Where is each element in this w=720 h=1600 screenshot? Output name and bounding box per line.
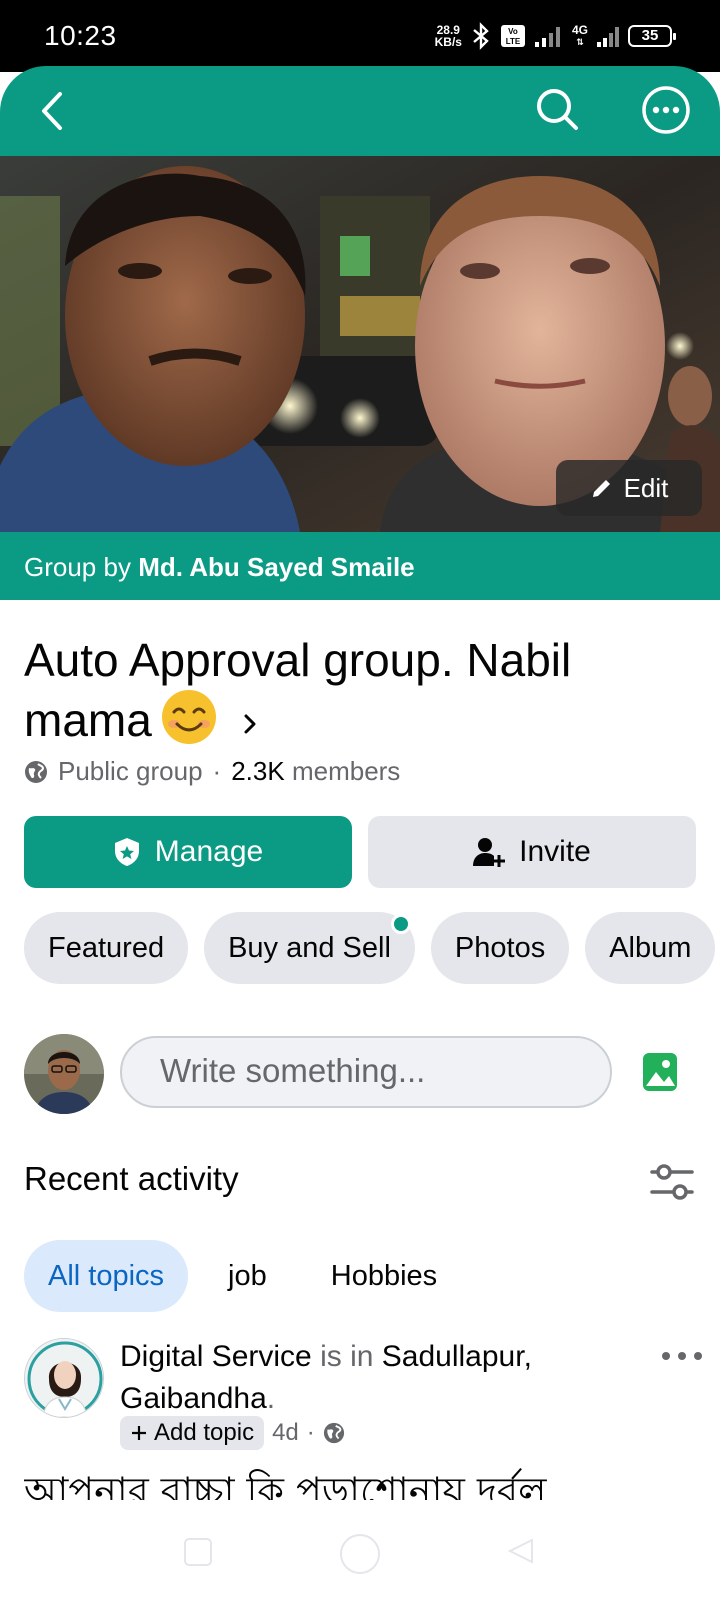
invite-label: Invite bbox=[519, 835, 591, 868]
battery-icon: 35 bbox=[628, 25, 676, 47]
group-title[interactable]: Auto Approval group. Nabil mama bbox=[24, 632, 704, 748]
group-cover-photo[interactable]: Edit bbox=[0, 156, 720, 532]
group-owner-name[interactable]: Md. Abu Sayed Smaile bbox=[138, 552, 414, 582]
post-header: Digital Service is in Sadullapur, Gaiban… bbox=[120, 1336, 640, 1420]
status-icons: 28.9 KB/s Vo LTE 4G ⇅ 35 bbox=[435, 22, 676, 50]
manage-label: Manage bbox=[154, 835, 264, 868]
tab-label: Album bbox=[609, 932, 692, 964]
post-location-period: . bbox=[266, 1382, 276, 1415]
search-icon[interactable] bbox=[532, 84, 584, 136]
post-author-avatar[interactable] bbox=[24, 1338, 104, 1418]
home-button[interactable] bbox=[340, 1534, 380, 1574]
recent-apps-button[interactable] bbox=[184, 1538, 212, 1566]
tab-photos[interactable]: Photos bbox=[430, 912, 570, 984]
post-author-name[interactable]: Digital Service bbox=[120, 1340, 312, 1373]
tab-label: Buy and Sell bbox=[228, 932, 391, 964]
svg-text:LTE: LTE bbox=[506, 37, 521, 46]
members-label: members bbox=[291, 756, 401, 786]
volte-icon: Vo LTE bbox=[500, 25, 525, 47]
user-avatar-image bbox=[24, 1034, 104, 1114]
post-is-in: is in bbox=[320, 1340, 374, 1373]
globe-icon bbox=[25, 760, 47, 783]
tab-label: Photos bbox=[454, 932, 546, 964]
network-speed: 28.9 KB/s bbox=[435, 24, 462, 48]
topic-job[interactable]: job bbox=[204, 1240, 291, 1312]
notification-dot bbox=[390, 914, 411, 934]
bluetooth-icon bbox=[473, 22, 489, 50]
group-meta: Public group · 2.3K members bbox=[24, 756, 400, 787]
data-arrows-icon: ⇅ bbox=[576, 37, 584, 47]
tab-label: Featured bbox=[48, 932, 165, 964]
tab-buy-and-sell[interactable]: Buy and Sell bbox=[204, 912, 415, 984]
post-composer: Write something... bbox=[24, 1034, 704, 1114]
user-avatar[interactable] bbox=[24, 1034, 104, 1114]
network-type: 4G bbox=[571, 23, 588, 37]
system-navigation-bar bbox=[0, 1500, 720, 1600]
smiling-face-emoji-icon bbox=[161, 690, 216, 744]
post-body-text: আপনার বাচ্চা কি পড়াশোনায় দুর্বল bbox=[24, 1469, 547, 1504]
chevron-right-icon bbox=[244, 714, 256, 734]
group-name: Auto Approval group. Nabil mama bbox=[24, 634, 572, 746]
status-time: 10:23 bbox=[44, 20, 117, 51]
post-author-avatar-image bbox=[25, 1339, 103, 1417]
post-dot-separator: · bbox=[306, 1419, 315, 1446]
topic-filters: All topics job Hobbies bbox=[24, 1240, 461, 1312]
member-count[interactable]: 2.3K bbox=[231, 756, 285, 786]
status-bar: 10:23 28.9 KB/s Vo LTE 4G ⇅ 35 bbox=[0, 0, 720, 72]
post-more-options-icon[interactable] bbox=[660, 1346, 704, 1366]
add-topic-label: Add topic bbox=[154, 1419, 255, 1446]
network-speed-unit: KB/s bbox=[434, 35, 462, 49]
group-owner-banner: Group by Md. Abu Sayed Smaile bbox=[0, 532, 720, 600]
tab-featured[interactable]: Featured bbox=[24, 912, 189, 984]
shield-star-icon bbox=[114, 838, 139, 866]
signal-icon bbox=[534, 27, 560, 47]
pencil-icon bbox=[592, 480, 610, 497]
manage-button[interactable]: Manage bbox=[24, 816, 352, 888]
invite-button[interactable]: Invite bbox=[368, 816, 696, 888]
globe-icon bbox=[323, 1422, 344, 1444]
post-time[interactable]: 4d bbox=[272, 1419, 299, 1447]
group-privacy: Public group bbox=[58, 756, 203, 786]
plus-icon bbox=[132, 1426, 146, 1440]
signal-icon-2 bbox=[597, 27, 619, 47]
svg-text:Vo: Vo bbox=[508, 27, 518, 36]
sort-filter-icon[interactable] bbox=[650, 1164, 694, 1200]
back-arrow-icon[interactable] bbox=[30, 86, 80, 136]
meta-separator: · bbox=[212, 756, 222, 786]
system-back-icon[interactable] bbox=[506, 1536, 536, 1566]
recent-activity-heading: Recent activity bbox=[24, 1160, 239, 1197]
write-something-input[interactable]: Write something... bbox=[120, 1036, 612, 1108]
add-topic-button[interactable]: Add topic bbox=[120, 1416, 265, 1450]
edit-cover-button[interactable]: Edit bbox=[556, 460, 702, 516]
topic-hobbies[interactable]: Hobbies bbox=[307, 1240, 461, 1312]
group-by-prefix: Group by bbox=[24, 552, 131, 582]
add-person-icon bbox=[473, 838, 506, 867]
top-app-bar bbox=[0, 66, 720, 156]
topic-all-topics[interactable]: All topics bbox=[24, 1240, 189, 1312]
post-subline: Add topic 4d · bbox=[120, 1416, 345, 1450]
more-options-icon[interactable] bbox=[640, 84, 692, 136]
tab-album[interactable]: Album bbox=[585, 912, 716, 984]
mobile-data-indicator: 4G ⇅ bbox=[572, 24, 588, 48]
edit-cover-label: Edit bbox=[623, 472, 669, 503]
photo-icon[interactable] bbox=[642, 1052, 678, 1092]
group-tabs: Featured Buy and Sell Photos Album bbox=[24, 912, 716, 984]
